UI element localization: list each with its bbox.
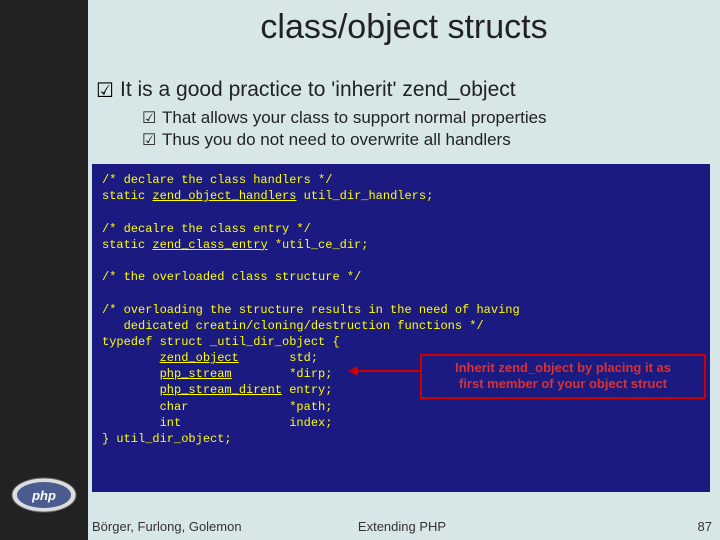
sub-bullet: ☑Thus you do not need to overwrite all h…: [142, 130, 547, 150]
sub-bullets: ☑That allows your class to support norma…: [142, 108, 547, 152]
callout-box: Inherit zend_object by placing it as fir…: [420, 354, 706, 399]
footer: Extending PHP Börger, Furlong, Golemon 8…: [92, 519, 712, 534]
slide-title: class/object structs: [88, 8, 720, 47]
callout-text: first member of your object struct: [428, 376, 698, 392]
php-logo: php: [10, 476, 78, 514]
sub-bullet-text: That allows your class to support normal…: [162, 108, 547, 127]
callout-text: Inherit zend_object by placing it as: [428, 360, 698, 376]
arrow-icon: [350, 370, 420, 372]
footer-authors: Börger, Furlong, Golemon: [92, 519, 242, 534]
sub-bullet: ☑That allows your class to support norma…: [142, 108, 547, 128]
svg-text:php: php: [31, 488, 56, 503]
main-bullet: It is a good practice to 'inherit' zend_…: [120, 78, 516, 102]
check-icon: ☑: [96, 78, 114, 103]
footer-page: 87: [698, 519, 712, 534]
sidebar: [0, 0, 88, 540]
check-icon: ☑: [142, 130, 162, 150]
code-block: /* declare the class handlers */ static …: [92, 164, 710, 492]
sub-bullet-text: Thus you do not need to overwrite all ha…: [162, 130, 511, 149]
check-icon: ☑: [142, 108, 162, 128]
